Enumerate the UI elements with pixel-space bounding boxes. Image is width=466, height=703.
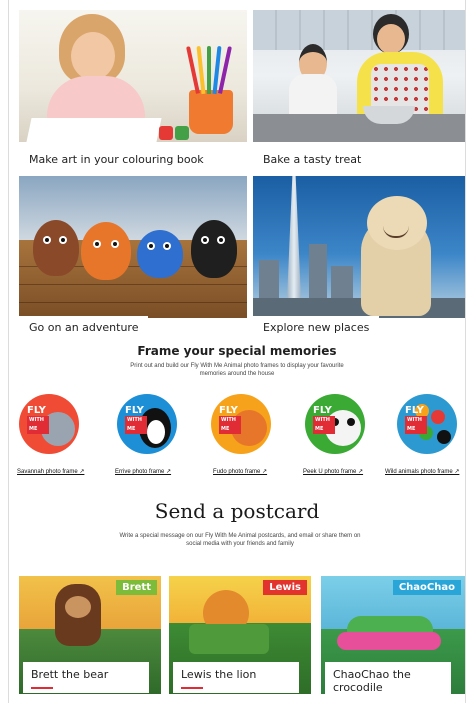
wild-animals-frame-image[interactable]: FLY WITH ME [397, 394, 457, 454]
tile-caption[interactable]: Explore new places [253, 316, 380, 340]
paper [26, 118, 162, 142]
lewis-postcard[interactable]: Lewis Lewis the lion [169, 576, 311, 694]
postcard-caption[interactable]: Lewis the lion [173, 662, 299, 693]
colouring-book-tile[interactable]: Make art in your colouring book [19, 10, 247, 142]
postcard-caption[interactable]: Brett the bear [23, 662, 149, 693]
postcard-tag: Brett [116, 580, 157, 595]
adventure-tile[interactable] [19, 176, 247, 318]
girl-face [71, 32, 115, 80]
jeep [189, 624, 269, 654]
fly-badge: FLY WITH ME [27, 406, 49, 434]
tile-caption[interactable]: Bake a tasty treat [253, 148, 372, 172]
building [331, 266, 353, 300]
penguin-belly [147, 420, 165, 444]
postcard-subtitle: Write a special message on our Fly With … [119, 533, 361, 547]
kitchen-window [253, 10, 465, 50]
frames-title: Frame your special memories [137, 344, 337, 358]
animal-icon [431, 410, 445, 424]
savannah-frame-link[interactable]: Savannah photo frame ↗ [17, 468, 84, 475]
animal-icon [437, 430, 451, 444]
bear-face [65, 596, 91, 618]
adventure-caption-wrap: Go on an adventure [19, 316, 247, 340]
wood-plank [19, 302, 247, 303]
postcard-tag: ChaoChao [392, 580, 461, 595]
peeku-frame-image[interactable]: FLY WITH ME [305, 394, 365, 454]
errive-frame-link[interactable]: Errive photo frame ↗ [115, 468, 171, 475]
accent-bar [31, 687, 53, 689]
accent-bar [181, 687, 203, 689]
colouring-caption-wrap: Make art in your colouring book [19, 142, 247, 172]
pool-float [337, 632, 441, 650]
pencil [207, 46, 211, 94]
fly-badge: FLY WITH ME [405, 406, 427, 434]
pencil-cup [189, 90, 233, 134]
fudo-frame-image[interactable]: FLY WITH ME [211, 394, 271, 454]
fudo-frame-link[interactable]: Fudo photo frame ↗ [213, 468, 267, 475]
fly-badge: FLY WITH ME [219, 406, 241, 434]
tile-caption[interactable]: Make art in your colouring book [19, 148, 214, 172]
kitchen-counter [253, 114, 465, 142]
fly-badge: FLY WITH ME [313, 406, 335, 434]
explore-caption-wrap: Explore new places [253, 316, 465, 340]
fly-badge: FLY WITH ME [125, 406, 147, 434]
penguin-toy [191, 220, 237, 278]
postcard-caption[interactable]: ChaoChao the crocodile [325, 662, 451, 694]
peeku-frame-link[interactable]: Peek U photo frame ↗ [303, 468, 363, 475]
building [309, 244, 327, 300]
building [259, 260, 279, 300]
frames-subtitle: Print out and build our Fly With Me Anim… [130, 363, 344, 377]
postcard-tag: Lewis [263, 580, 307, 595]
postcard-title: Send a postcard [154, 499, 320, 523]
ground [253, 298, 465, 318]
camel-head [367, 196, 427, 250]
savannah-frame-image[interactable]: FLY WITH ME [19, 394, 79, 454]
chaochao-postcard[interactable]: ChaoChao ChaoChao the crocodile [321, 576, 465, 694]
tile-caption[interactable]: Go on an adventure [19, 316, 149, 340]
tiger-toy [81, 222, 131, 280]
parrot-toy [137, 230, 183, 278]
bake-treat-tile[interactable] [253, 10, 465, 142]
panda-eye [347, 418, 355, 426]
bake-caption-wrap: Bake a tasty treat [253, 142, 465, 172]
skyscraper [287, 176, 301, 300]
wood-plank [19, 284, 247, 285]
page-frame: Make art in your colouring book Bake a t… [8, 0, 466, 703]
reindeer-toy [33, 220, 79, 276]
wild-animals-frame-link[interactable]: Wild animals photo frame ↗ [385, 468, 459, 475]
brett-postcard[interactable]: Brett Brett the bear [19, 576, 161, 694]
mother-face [377, 24, 405, 54]
errive-frame-image[interactable]: FLY WITH ME [117, 394, 177, 454]
explore-tile[interactable] [253, 176, 465, 318]
